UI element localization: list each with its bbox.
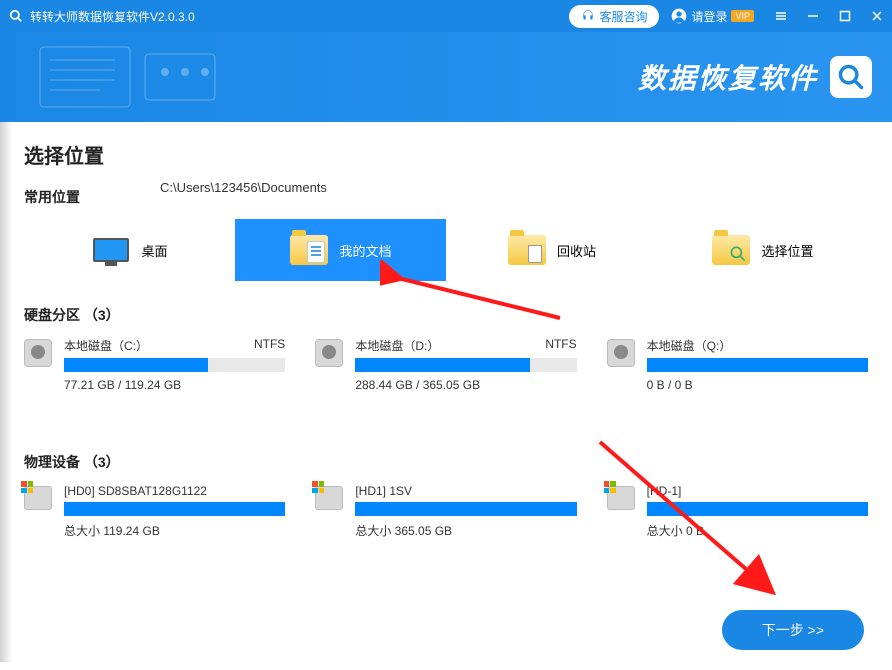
partition-size: 77.21 GB / 119.24 GB [64,378,285,392]
app-title: 转转大师数据恢复软件V2.0.3.0 [30,8,569,25]
login-button[interactable]: 请登录 VIP [671,8,754,25]
partition-fs: NTFS [254,337,285,354]
hdd-icon [315,339,345,369]
device-name: [HD-1] [647,484,868,498]
window-controls [774,9,884,23]
headset-icon [581,9,595,23]
partition-size: 288.44 GB / 365.05 GB [355,378,576,392]
location-browse[interactable]: 选择位置 [657,219,868,281]
banner: 数据恢复软件 [0,32,892,122]
titlebar: 转转大师数据恢复软件V2.0.3.0 客服咨询 请登录 VIP [0,0,892,32]
next-button[interactable]: 下一步 >> [722,610,864,650]
device-bar [64,502,285,516]
desktop-icon [91,233,131,267]
partition-size: 0 B / 0 B [647,378,868,392]
partitions-heading: 硬盘分区 （3） [24,305,868,325]
customer-service-button[interactable]: 客服咨询 [569,5,659,28]
location-label: 选择位置 [761,241,813,260]
partition-name: 本地磁盘（D:） [355,337,439,354]
device-name: [HD1] 1SV [355,484,576,498]
maximize-button[interactable] [838,9,852,23]
physical-device-hd1[interactable]: [HD1] 1SV 总大小 365.05 GB [315,484,576,539]
physical-device-hd-1[interactable]: [HD-1] 总大小 0 B [607,484,868,539]
hdd-icon [607,339,637,369]
usage-bar [647,358,868,372]
partition-q[interactable]: 本地磁盘（Q:） 0 B / 0 B [607,337,868,392]
vip-badge: VIP [731,10,754,22]
documents-icon [289,233,329,267]
partition-d[interactable]: 本地磁盘（D:） NTFS 288.44 GB / 365.05 GB [315,337,576,392]
user-icon [671,8,687,24]
common-locations-row: 桌面 我的文档 回收站 选择位置 [24,219,868,281]
common-locations-heading: 常用位置 [24,187,868,207]
partition-fs: NTFS [545,337,576,354]
partition-name: 本地磁盘（C:） [64,337,148,354]
device-size: 总大小 0 B [647,522,868,539]
device-bar [647,502,868,516]
product-logo-icon [830,56,872,98]
close-button[interactable] [870,9,884,23]
recycle-bin-icon [507,233,547,267]
physical-devices-row: [HD0] SD8SBAT128G1122 总大小 119.24 GB [HD1… [24,484,868,539]
location-label: 我的文档 [339,241,391,260]
device-size: 总大小 365.05 GB [355,522,576,539]
disk-icon [315,486,345,516]
product-name: 数据恢复软件 [638,57,818,97]
browse-folder-icon [711,233,751,267]
location-label: 桌面 [141,241,167,260]
disk-icon [24,486,54,516]
page-title: 选择位置 [24,140,868,169]
physical-devices-heading: 物理设备 （3） [24,452,868,472]
partition-name: 本地磁盘（Q:） [647,337,732,354]
location-label: 回收站 [557,241,596,260]
physical-device-hd0[interactable]: [HD0] SD8SBAT128G1122 总大小 119.24 GB [24,484,285,539]
partition-c[interactable]: 本地磁盘（C:） NTFS 77.21 GB / 119.24 GB [24,337,285,392]
partitions-row: 本地磁盘（C:） NTFS 77.21 GB / 119.24 GB 本地磁盘（D… [24,337,868,392]
device-size: 总大小 119.24 GB [64,522,285,539]
location-recycle-bin[interactable]: 回收站 [446,219,657,281]
hdd-icon [24,339,54,369]
usage-bar [355,358,576,372]
app-logo-icon [8,8,24,24]
main-content: 选择位置 常用位置 C:\Users\123456\Documents 桌面 我… [0,122,892,557]
usage-bar [64,358,285,372]
disk-icon [607,486,637,516]
location-desktop[interactable]: 桌面 [24,219,235,281]
menu-button[interactable] [774,9,788,23]
location-documents[interactable]: 我的文档 [235,219,446,281]
minimize-button[interactable] [806,9,820,23]
banner-decoration-icon [30,42,230,112]
device-bar [355,502,576,516]
device-name: [HD0] SD8SBAT128G1122 [64,484,285,498]
current-path: C:\Users\123456\Documents [160,180,327,195]
